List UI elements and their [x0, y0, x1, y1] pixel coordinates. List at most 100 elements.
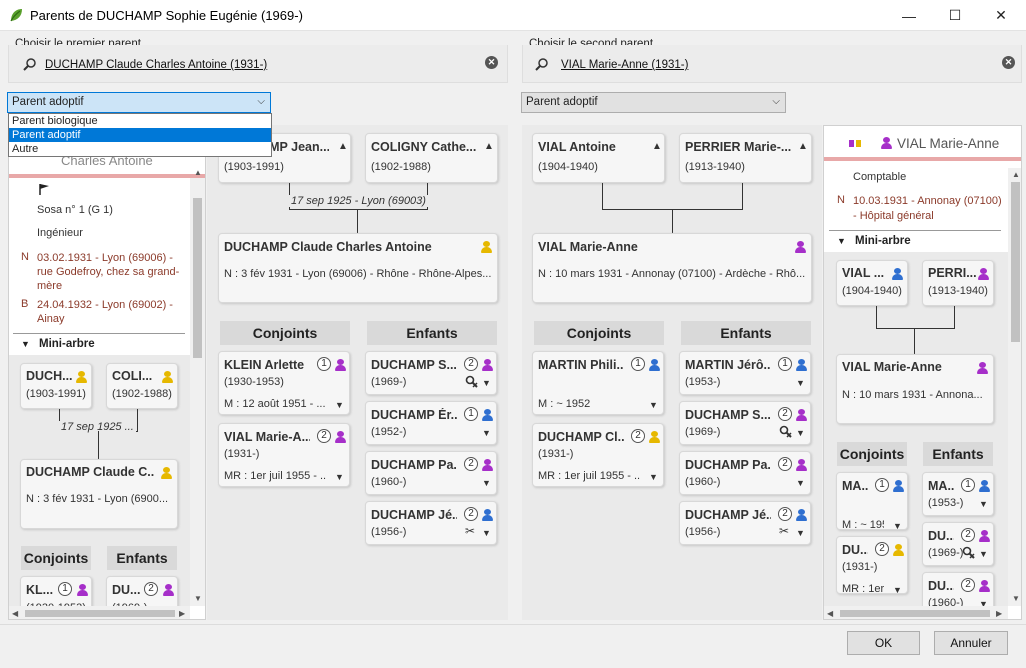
option-autre[interactable]: Autre [9, 142, 271, 156]
link-icon[interactable] [962, 546, 976, 560]
person-female-icon [796, 459, 807, 471]
minimize-button[interactable]: — [886, 0, 932, 31]
close-window-button[interactable]: ✕ [978, 0, 1024, 31]
spouse-card[interactable]: DUCHAMP Cl... 2 (1931-) MR : 1er juil 1955 … [532, 423, 664, 487]
expand-chevron-icon[interactable]: ▼ [649, 472, 658, 482]
first-parent-search-box[interactable]: DUCHAMP Claude Charles Antoine (1931-) ✕ [8, 45, 508, 83]
expand-chevron-icon[interactable]: ▼ [482, 478, 491, 488]
child-card[interactable]: DUCHAMP Pa... 2 (1960-) ▼ [679, 451, 811, 495]
spouse-card[interactable]: KLEIN Arlette 1 (1930-1953) M : 12 août 195… [218, 351, 350, 415]
child-card[interactable]: DU... 2 (1969-) ▼ [922, 522, 994, 566]
spouse-card[interactable]: MARTIN Phili... 1 M : ~ 1952 ▼ [532, 351, 664, 415]
spouse-card[interactable]: MA...1M : ~ 1952▼ [836, 472, 908, 530]
clear-second-parent-icon[interactable]: ✕ [1002, 56, 1015, 69]
mini-father-card[interactable]: VIAL ... (1904-1940) [836, 260, 908, 306]
mini-arbre-header[interactable]: Mini-arbre [855, 235, 911, 247]
expand-chevron-icon[interactable]: ▼ [796, 478, 805, 488]
child-card[interactable]: DUCHAMP Jé... 2 (1956-) ✂ ▼ [679, 501, 811, 545]
mini-self-card[interactable]: VIAL Marie-Anne N : 10 mars 1931 - Annon… [836, 354, 994, 424]
expand-chevron-icon[interactable]: ▼ [893, 521, 902, 529]
expand-chevron-icon[interactable]: ▼ [335, 400, 344, 410]
person-male-icon [796, 359, 807, 371]
right-info-horizontal-scrollbar[interactable]: ◀ ▶ [824, 606, 1008, 619]
navigate-up-icon[interactable]: ▲ [338, 141, 348, 152]
second-parent-search-box[interactable]: VIAL Marie-Anne (1931-) ✕ [522, 45, 1022, 83]
expand-chevron-icon[interactable]: ▼ [335, 472, 344, 482]
second-parent-value[interactable]: VIAL Marie-Anne (1931-) [561, 59, 688, 71]
first-parent-type-select[interactable]: Parent adoptif ⌵ [7, 92, 271, 113]
expand-chevron-icon[interactable]: ▼ [649, 400, 658, 410]
right-info-vertical-scrollbar[interactable]: ▲ ▼ [1008, 168, 1021, 606]
option-parent-adoptif[interactable]: Parent adoptif [9, 128, 271, 142]
collapse-icon[interactable]: ▼ [21, 339, 30, 349]
scroll-thumb[interactable] [840, 610, 990, 617]
left-info-horizontal-scrollbar[interactable]: ◀ ▶ [9, 606, 190, 619]
scroll-thumb[interactable] [193, 198, 202, 358]
child-card[interactable]: DUCHAMP S... 2 (1969-) ▼ [679, 401, 811, 445]
conjoints-header: Conjoints [220, 321, 350, 345]
person-female-icon [335, 431, 346, 443]
child-card[interactable]: MARTIN Jérô... 1 (1953-) ▼ [679, 351, 811, 395]
birth-info: 03.02.1931 - Lyon (69006) - rue Godefroy… [37, 252, 180, 292]
scroll-thumb[interactable] [1011, 182, 1020, 342]
child-card[interactable]: MA...1(1953-)▼ [922, 472, 994, 516]
occupation: Ingénieur [37, 227, 83, 239]
father-card[interactable]: VIAL Antoine ▲ (1904-1940) [532, 133, 665, 183]
left-info-vertical-scrollbar[interactable]: ▲ ▼ [190, 168, 205, 606]
person-unknown-icon [893, 544, 904, 556]
navigate-up-icon[interactable]: ▲ [798, 141, 808, 152]
mini-arbre-header[interactable]: Mini-arbre [39, 338, 95, 350]
spouse-card[interactable]: DU...2(1931-)MR : 1er j...▼ [836, 536, 908, 594]
expand-chevron-icon[interactable]: ▼ [482, 528, 491, 538]
chevron-down-icon: ⌵ [257, 96, 265, 107]
scroll-thumb[interactable] [25, 610, 175, 617]
mini-mother-card[interactable]: COLI... (1902-1988) [106, 363, 178, 409]
expand-chevron-icon[interactable]: ▼ [482, 378, 491, 388]
ok-button[interactable]: OK [847, 631, 920, 655]
mini-self-card[interactable]: DUCHAMP Claude C... N : 3 fév 1931 - Lyo… [20, 459, 178, 529]
first-parent-value[interactable]: DUCHAMP Claude Charles Antoine (1931-) [45, 59, 267, 71]
navigate-up-icon[interactable]: ▲ [652, 141, 662, 152]
link-icon[interactable] [779, 425, 793, 439]
person-female-icon [979, 530, 990, 542]
option-parent-biologique[interactable]: Parent biologique [9, 114, 271, 128]
search-icon [23, 58, 36, 71]
expand-chevron-icon[interactable]: ▼ [893, 585, 902, 593]
scissors-icon[interactable]: ✂ [465, 524, 475, 538]
spouse-card[interactable]: VIAL Marie-A... 2 (1931-) MR : 1er juil 195… [218, 423, 350, 487]
parent-type-dropdown[interactable]: Parent biologique Parent adoptif Autre [8, 113, 272, 157]
expand-chevron-icon[interactable]: ▼ [979, 499, 988, 509]
second-parent-type-select[interactable]: Parent adoptif ⌵ [521, 92, 786, 113]
self-card[interactable]: DUCHAMP Claude Charles Antoine N : 3 fév… [218, 233, 498, 303]
child-card[interactable]: DUCHAMP S... 2 (1969-) ▼ [365, 351, 497, 395]
link-icon[interactable] [465, 375, 479, 389]
scissors-icon[interactable]: ✂ [779, 524, 789, 538]
cancel-button[interactable]: Annuler [934, 631, 1008, 655]
expand-chevron-icon[interactable]: ▼ [796, 528, 805, 538]
person-female-icon [482, 459, 493, 471]
expand-chevron-icon[interactable]: ▼ [979, 549, 988, 559]
maximize-button[interactable]: ☐ [932, 0, 978, 31]
occupation: Comptable [853, 171, 907, 183]
birth-letter: N [837, 194, 845, 206]
clear-first-parent-icon[interactable]: ✕ [485, 56, 498, 69]
child-card[interactable]: DUCHAMP Pa... 2 (1960-) ▼ [365, 451, 497, 495]
person-male-icon [649, 359, 660, 371]
expand-chevron-icon[interactable]: ▼ [796, 378, 805, 388]
pink-separator [9, 174, 205, 178]
collapse-icon[interactable]: ▼ [837, 236, 846, 246]
mother-card[interactable]: PERRIER Marie-... ▲ (1913-1940) [679, 133, 812, 183]
mother-card[interactable]: COLIGNY Cathe... ▲ (1902-1988) [365, 133, 498, 183]
expand-chevron-icon[interactable]: ▼ [482, 428, 491, 438]
navigate-up-icon[interactable]: ▲ [484, 141, 494, 152]
person-female-icon [979, 580, 990, 592]
title-bar: Parents de DUCHAMP Sophie Eugénie (1969-… [0, 0, 1026, 31]
child-card[interactable]: DUCHAMP Ér... 1 (1952-) ▼ [365, 401, 497, 445]
self-card[interactable]: VIAL Marie-Anne N : 10 mars 1931 - Annon… [532, 233, 812, 303]
enfants-header: Enfants [367, 321, 497, 345]
child-card[interactable]: DUCHAMP Jé... 2 (1956-) ✂ ▼ [365, 501, 497, 545]
mini-mother-card[interactable]: PERRI... (1913-1940) [922, 260, 994, 306]
person-female-icon [482, 359, 493, 371]
mini-father-card[interactable]: DUCH... (1903-1991) [20, 363, 92, 409]
expand-chevron-icon[interactable]: ▼ [796, 428, 805, 438]
